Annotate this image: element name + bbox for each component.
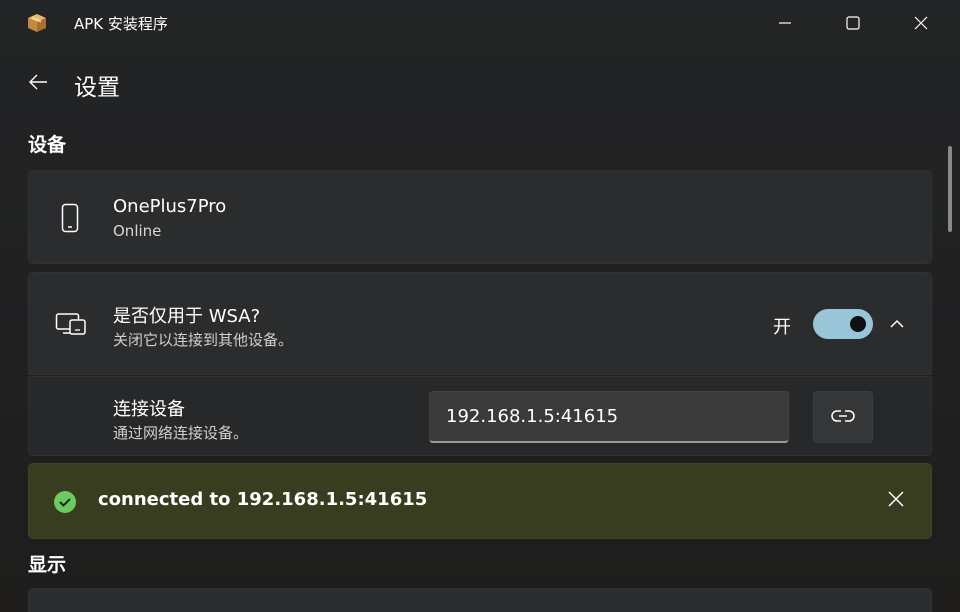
link-icon bbox=[831, 408, 855, 427]
device-card: OnePlus7Pro Online bbox=[28, 170, 932, 264]
section-title-display: 显示 bbox=[28, 554, 67, 576]
section-title-device: 设备 bbox=[28, 134, 67, 156]
connect-device-description: 通过网络连接设备。 bbox=[113, 424, 249, 442]
ip-address-input[interactable] bbox=[429, 391, 789, 443]
back-button[interactable] bbox=[24, 70, 52, 98]
display-card bbox=[28, 588, 932, 612]
wsa-only-setting[interactable]: 是否仅用于 WSA? 关闭它以连接到其他设备。 开 bbox=[28, 272, 932, 375]
connect-device-setting: 连接设备 通过网络连接设备。 bbox=[28, 376, 932, 456]
wsa-only-toggle[interactable] bbox=[813, 309, 873, 339]
wsa-setting-title: 是否仅用于 WSA? bbox=[113, 306, 261, 327]
connection-info-bar: connected to 192.168.1.5:41615 bbox=[28, 463, 932, 539]
toggle-knob bbox=[850, 316, 866, 332]
title-bar: APK 安装程序 bbox=[0, 0, 960, 48]
connect-button[interactable] bbox=[813, 391, 873, 443]
chevron-up-icon bbox=[890, 314, 904, 333]
wsa-setting-description: 关闭它以连接到其他设备。 bbox=[113, 331, 294, 349]
info-bar-message: connected to 192.168.1.5:41615 bbox=[98, 489, 428, 510]
window-title: APK 安装程序 bbox=[74, 15, 168, 33]
info-bar-close-button[interactable] bbox=[881, 486, 911, 516]
toggle-state-label: 开 bbox=[773, 317, 791, 338]
close-icon bbox=[914, 15, 928, 34]
maximize-icon bbox=[846, 15, 860, 34]
package-box-icon bbox=[26, 12, 48, 34]
vertical-scrollbar[interactable] bbox=[948, 146, 952, 232]
device-status: Online bbox=[113, 222, 162, 240]
phone-icon bbox=[57, 203, 83, 233]
connect-device-title: 连接设备 bbox=[113, 399, 185, 420]
device-name: OnePlus7Pro bbox=[113, 196, 227, 217]
checkmark-circle-icon bbox=[53, 490, 77, 514]
expand-collapse-button[interactable] bbox=[885, 311, 909, 335]
close-icon bbox=[888, 491, 904, 511]
page-title: 设置 bbox=[74, 75, 120, 101]
close-window-button[interactable] bbox=[898, 0, 944, 48]
devices-icon bbox=[55, 311, 87, 337]
minimize-button[interactable] bbox=[762, 0, 808, 48]
minimize-icon bbox=[778, 15, 792, 34]
arrow-left-icon bbox=[28, 74, 48, 94]
maximize-button[interactable] bbox=[830, 0, 876, 48]
